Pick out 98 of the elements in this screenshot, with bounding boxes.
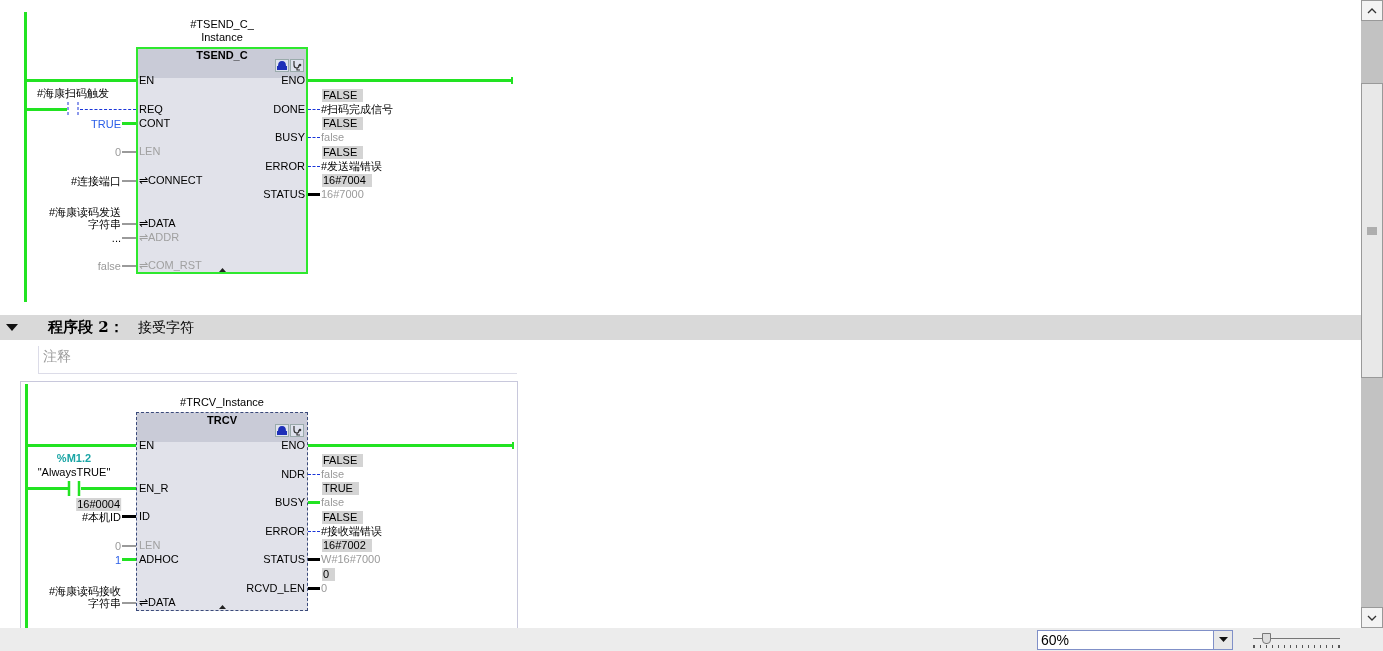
actual-parameter: #发送端错误 [321, 158, 383, 173]
scrollbar[interactable] [1361, 0, 1383, 628]
monitor-value: TRUE [322, 482, 359, 495]
wire [122, 544, 136, 547]
pin-label: ENO [281, 438, 305, 452]
wire [122, 222, 136, 225]
pin-label: NDR [281, 466, 305, 481]
pin-label: CONT [139, 115, 171, 130]
pin-label: BUSY [275, 495, 305, 509]
pin-label: ⇌ADDR [139, 229, 180, 244]
actual-parameter: #扫码完成信号 [321, 101, 394, 116]
monitor-value: FALSE [322, 453, 364, 467]
monitor-value: 16#7004 [322, 174, 372, 187]
slider-thumb[interactable] [1262, 632, 1272, 644]
pin-label: ⇌COM_RST [139, 258, 202, 273]
wire [308, 193, 320, 196]
wire [27, 486, 68, 490]
monitor-value: FALSE [322, 88, 364, 102]
pin-label: ⇌CONNECT [139, 172, 203, 187]
actual-parameter: false [321, 466, 345, 481]
scroll-down-button[interactable] [1361, 607, 1383, 628]
scroll-up-button[interactable] [1361, 0, 1383, 21]
actual-parameter: 0 [114, 539, 121, 552]
pin-label: ERROR [265, 523, 305, 538]
collapse-icon[interactable] [219, 268, 226, 273]
chevron-up-icon [1367, 7, 1377, 14]
monitor-value: 16#0004 [76, 498, 121, 512]
network-number: 程序段 2： [48, 317, 124, 339]
pin-label: DONE [273, 101, 305, 116]
pin-label: RCVD_LEN [246, 580, 305, 595]
zoom-slider[interactable] [1253, 630, 1340, 649]
operand-name: "AlwaysTRUE" [37, 464, 111, 479]
lock-icon [275, 424, 289, 437]
wire [122, 515, 136, 519]
actual-parameter: ... [111, 231, 121, 244]
actual-parameter: 0 [321, 580, 328, 595]
pin-label: LEN [139, 144, 161, 159]
pin-label: ⇌DATA [139, 215, 176, 230]
wire [122, 151, 136, 154]
dropdown-arrow-icon [1218, 637, 1228, 642]
monitor-value: FALSE [322, 145, 364, 159]
actual-parameter: 1 [114, 554, 121, 566]
actual-parameter: false [97, 260, 121, 273]
pin-label: LEN [139, 537, 161, 552]
pin-label: EN [139, 438, 155, 452]
pin-label: BUSY [275, 130, 305, 144]
wire [122, 179, 136, 182]
pin-label: STATUS [263, 187, 305, 201]
instance-name: #TRCV_Instance [180, 396, 264, 409]
chevron-down-icon [1367, 614, 1377, 621]
stethoscope-icon [290, 424, 304, 437]
wire [81, 486, 136, 490]
pin-label: REQ [139, 101, 163, 116]
operand-name: #海康扫码触发 [36, 85, 110, 100]
actual-parameter: false [321, 130, 345, 144]
actual-parameter: 0 [114, 146, 121, 159]
block-type: TRCV [207, 414, 237, 427]
wire [308, 558, 320, 561]
monitor-value: 0 [322, 567, 336, 581]
pin-label: EN_R [139, 480, 169, 495]
scroll-thumb[interactable] [1361, 83, 1383, 378]
actual-parameter: #海康读码发送 字符串 [48, 205, 121, 230]
actual-parameter: 16#7000 [321, 187, 364, 201]
wire [122, 601, 136, 604]
wire [26, 107, 67, 111]
monitor-value: 16#7002 [322, 539, 372, 552]
pin-label: ADHOC [139, 552, 179, 566]
actual-parameter: #接收端错误 [321, 523, 383, 538]
actual-parameter: TRUE [91, 117, 121, 130]
wire [80, 108, 136, 110]
zoom-combobox[interactable]: 60% [1037, 629, 1233, 650]
pin-label: EN [139, 73, 155, 87]
actual-parameter: #海康读码接收 字符串 [48, 584, 121, 609]
function-block[interactable] [136, 412, 308, 611]
actual-parameter: #本机ID [81, 511, 121, 524]
wire [122, 265, 136, 268]
pin-label: ENO [281, 73, 305, 87]
stethoscope-icon [290, 59, 304, 72]
wire [122, 236, 136, 239]
actual-parameter: W#16#7000 [321, 552, 381, 566]
block-type: TSEND_C [196, 49, 248, 62]
network-header[interactable]: 程序段 2： 接受字符 [0, 315, 1361, 340]
monitor-value: FALSE [322, 510, 364, 524]
instance-name: #TSEND_C_ Instance [190, 18, 254, 44]
lock-icon [275, 59, 289, 72]
pin-label: ERROR [265, 158, 305, 173]
actual-parameter: false [321, 495, 345, 509]
monitor-value: FALSE [322, 117, 364, 130]
pin-label: ⇌DATA [139, 594, 176, 609]
wire [308, 586, 320, 590]
operand-address: %M1.2 [56, 450, 92, 465]
pin-label: STATUS [263, 552, 305, 566]
actual-parameter: #连接端口 [70, 174, 121, 187]
contact-icon[interactable] [66, 101, 80, 117]
pin-label: ID [139, 509, 150, 524]
collapse-triangle-icon[interactable] [6, 324, 18, 331]
collapse-icon[interactable] [219, 604, 226, 609]
network-title: 接受字符 [137, 318, 194, 337]
